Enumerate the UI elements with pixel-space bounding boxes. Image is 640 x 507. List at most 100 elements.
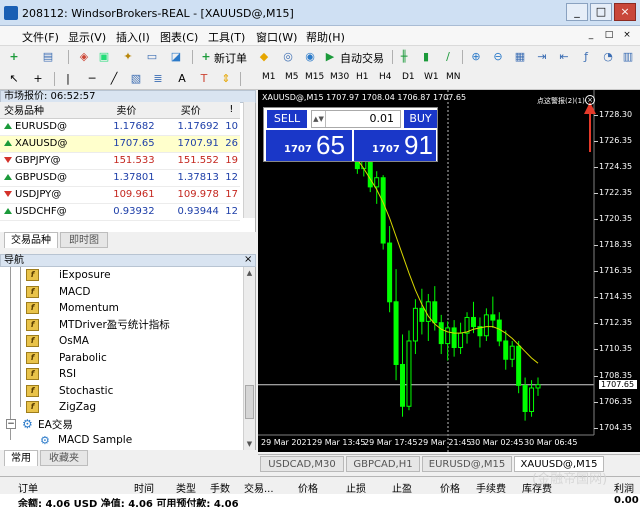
zoom-out-icon[interactable]: ⊖ (490, 49, 506, 65)
menu-window[interactable]: 窗口(W) (256, 29, 297, 45)
timeframe-h1[interactable]: H1 (356, 72, 369, 82)
bar-chart-icon[interactable]: ╫ (396, 49, 412, 65)
data-window-icon[interactable]: ▣ (96, 49, 112, 65)
lot-spinner-icon[interactable]: ▲▼ (312, 111, 326, 127)
balance-row[interactable]: 余额: 4.06 USD 净值: 4.06 可用预付款: 4.06 0.00 (0, 494, 640, 507)
menu-file[interactable]: 文件(F) (22, 29, 59, 45)
templates-icon[interactable]: ▥ (620, 49, 636, 65)
scroll-up-icon[interactable]: ▲ (244, 267, 255, 279)
chart-tab-usdcad[interactable]: USDCAD,M30 (260, 456, 344, 472)
navigator-icon[interactable]: ✦ (120, 49, 136, 65)
timeframe-m15[interactable]: M15 (305, 72, 324, 82)
tab-symbols[interactable]: 交易品种 (4, 232, 58, 248)
text-icon[interactable]: A (174, 71, 190, 87)
col-time[interactable]: 时间 (134, 480, 154, 495)
close-circle-icon[interactable]: × (585, 95, 595, 105)
equidistant-channel-icon[interactable]: ▧ (128, 71, 144, 87)
arrows-icon[interactable]: ⇕ (218, 71, 234, 87)
sell-price-box[interactable]: 1707 65 (266, 130, 352, 161)
sell-button[interactable]: SELL (267, 110, 307, 128)
strategy-tester-icon[interactable]: ◪ (168, 49, 184, 65)
market-watch-row[interactable]: GBPJPY@ 151.533 151.552 19 (0, 152, 240, 170)
col-ask[interactable]: 买价 (158, 102, 223, 119)
market-icon[interactable]: ◉ (302, 49, 318, 65)
chart-shift-icon[interactable]: ⇤ (556, 49, 572, 65)
timeframe-m5[interactable]: M5 (285, 72, 299, 82)
cursor-icon[interactable]: ↖ (6, 71, 22, 87)
autoscroll-icon[interactable]: ⇥ (534, 49, 550, 65)
col-stop-loss[interactable]: 止损 (346, 480, 366, 495)
new-order-icon[interactable]: + (198, 49, 214, 65)
col-take-profit[interactable]: 止盈 (392, 480, 412, 495)
timeframe-m30[interactable]: M30 (330, 72, 349, 82)
metaeditor-icon[interactable]: ◆ (256, 49, 272, 65)
trendline-icon[interactable]: ╱ (106, 71, 122, 87)
col-symbol[interactable]: 交易品种 (0, 102, 95, 119)
close-button[interactable]: × (614, 3, 636, 21)
zoom-in-icon[interactable]: ⊕ (468, 49, 484, 65)
col-type[interactable]: 类型 (176, 480, 196, 495)
col-price[interactable]: 价格 (440, 480, 460, 495)
line-chart-icon[interactable]: ∕ (440, 49, 456, 65)
indicators-icon[interactable]: ƒ (578, 49, 594, 65)
col-spread[interactable]: ! (222, 102, 240, 119)
timeframe-d1[interactable]: D1 (402, 72, 415, 82)
col-order[interactable]: 订单 (18, 480, 38, 495)
terminal-icon[interactable]: ▭ (144, 49, 160, 65)
ea-item-macd-sample[interactable]: MACD Sample (58, 434, 132, 446)
market-watch-row[interactable]: USDJPY@ 109.961 109.978 17 (0, 186, 240, 204)
label-icon[interactable]: T (196, 71, 212, 87)
tab-common[interactable]: 常用 (4, 450, 38, 466)
menu-view[interactable]: 显示(V) (68, 29, 106, 45)
market-watch-row[interactable]: USDCHF@ 0.93932 0.93944 12 (0, 203, 240, 221)
timeframe-mn[interactable]: MN (446, 72, 461, 82)
menu-help[interactable]: 帮助(H) (306, 29, 345, 45)
market-watch-scrollbar[interactable] (243, 102, 255, 218)
col-open-price[interactable]: 价格 (298, 480, 318, 495)
timeframe-h4[interactable]: H4 (379, 72, 392, 82)
chart-tab-eurusd[interactable]: EURUSD@,M15 (422, 456, 512, 472)
periods-icon[interactable]: ◔ (600, 49, 616, 65)
scroll-down-icon[interactable]: ▼ (244, 438, 255, 450)
new-order-button[interactable]: 新订单 (214, 50, 247, 66)
col-profit[interactable]: 利润 (614, 480, 634, 495)
buy-price-box[interactable]: 1707 91 (354, 130, 436, 161)
new-chart-icon[interactable]: + (6, 49, 22, 65)
market-watch-row[interactable]: GBPUSD@ 1.37801 1.37813 12 (0, 169, 240, 187)
autotrade-icon[interactable]: ▶ (322, 49, 338, 65)
mdi-close-button[interactable]: × (620, 28, 634, 42)
menu-charts[interactable]: 图表(C) (160, 29, 198, 45)
col-commission[interactable]: 手续费 (476, 480, 506, 495)
menu-insert[interactable]: 插入(I) (116, 29, 150, 45)
signals-icon[interactable]: ◎ (280, 49, 296, 65)
scroll-thumb[interactable] (245, 385, 254, 419)
minimize-button[interactable]: _ (566, 3, 588, 21)
chart-tab-gbpcad[interactable]: GBPCAD,H1 (346, 456, 420, 472)
col-symbol[interactable]: 交易... (244, 480, 274, 495)
col-bid[interactable]: 卖价 (94, 102, 159, 119)
buy-button[interactable]: BUY (404, 110, 437, 128)
market-watch-row[interactable]: XAUUSD@ 1707.65 1707.91 26 (0, 135, 240, 153)
fibonacci-icon[interactable]: ≣ (150, 71, 166, 87)
alert-label[interactable]: 点这警报(2)(1) (537, 96, 585, 106)
profiles-icon[interactable]: ▤ (40, 49, 56, 65)
navigator-close-icon[interactable]: × (244, 254, 252, 265)
ea-group-label[interactable]: EA交易 (38, 417, 73, 432)
horizontal-line-icon[interactable]: ─ (84, 71, 100, 87)
autotrade-button[interactable]: 自动交易 (340, 50, 384, 66)
tile-windows-icon[interactable]: ▦ (512, 49, 528, 65)
timeframe-m1[interactable]: M1 (262, 72, 276, 82)
tree-collapse-icon[interactable]: − (6, 419, 16, 429)
vertical-line-icon[interactable]: | (60, 71, 76, 87)
mdi-restore-button[interactable]: □ (602, 28, 616, 42)
market-watch-row[interactable]: EURUSD@ 1.17682 1.17692 10 (0, 118, 240, 136)
tab-tick-chart[interactable]: 即时图 (60, 232, 108, 248)
menu-tools[interactable]: 工具(T) (208, 29, 245, 45)
tab-favorites[interactable]: 收藏夹 (40, 450, 88, 466)
market-watch-icon[interactable]: ◈ (76, 49, 92, 65)
navigator-scrollbar[interactable]: ▲ ▼ (243, 267, 255, 450)
mdi-minimize-button[interactable]: _ (584, 28, 598, 42)
restore-button[interactable]: □ (590, 3, 612, 21)
lot-size-input[interactable]: ▲▼ 0.01 (311, 110, 401, 128)
candlestick-icon[interactable]: ▮ (418, 49, 434, 65)
